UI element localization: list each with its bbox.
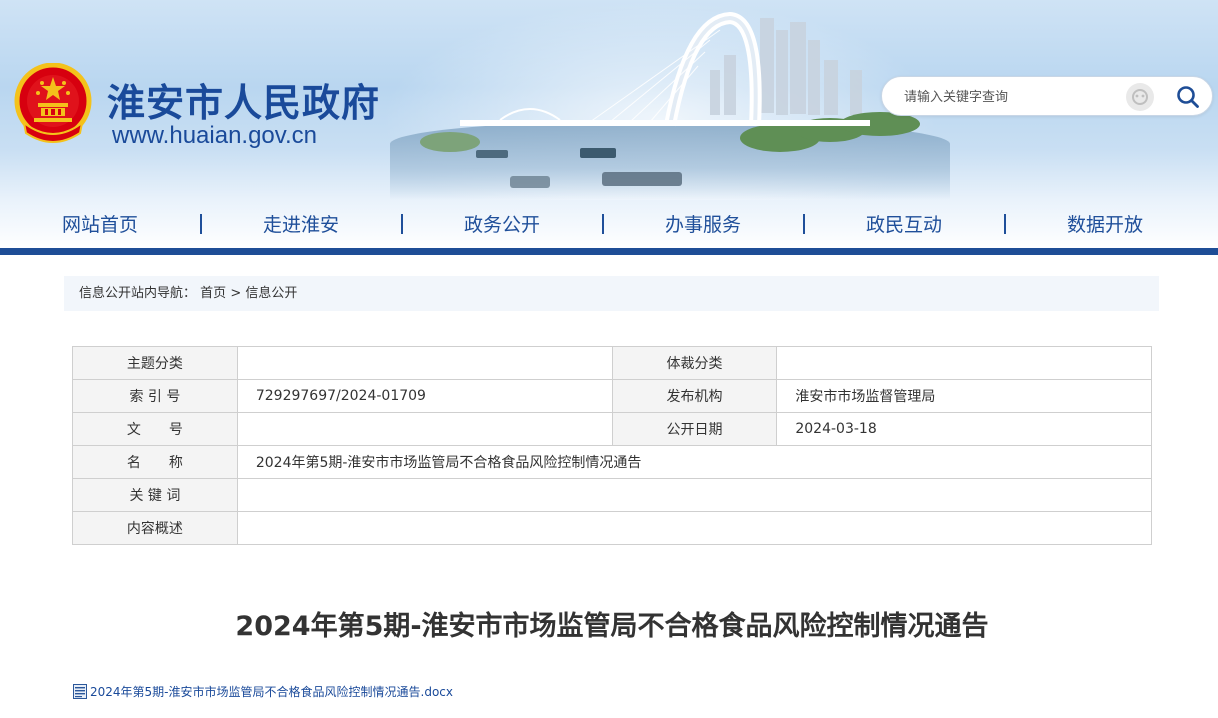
breadcrumb-separator: > — [230, 286, 242, 301]
search-icon — [1177, 86, 1199, 108]
table-row: 主题分类 体裁分类 — [72, 346, 1152, 380]
summary-value — [236, 511, 1153, 545]
table-row: 名 称 2024年第5期-淮安市市场监管局不合格食品风险控制情况通告 — [72, 445, 1153, 479]
accessibility-icon — [1132, 89, 1148, 105]
nav-item-open-data[interactable]: 数据开放 — [1067, 210, 1143, 238]
keywords-label: 关 键 词 — [72, 478, 238, 512]
nav-item-home[interactable]: 网站首页 — [62, 210, 138, 238]
topic-label: 主题分类 — [72, 346, 238, 380]
nav-item-interaction[interactable]: 政民互动 — [866, 210, 942, 238]
doc-info-table: 主题分类 体裁分类 索 引 号 729297697/2024-01709 发布机… — [72, 346, 1153, 545]
document-title: 2024年第5期-淮安市市场监管局不合格食品风险控制情况通告 — [235, 611, 989, 642]
nav-separator — [602, 214, 604, 234]
breadcrumb-current-link[interactable]: 信息公开 — [245, 286, 297, 301]
site-title: 淮安市人民政府 — [107, 81, 381, 125]
genre-value — [776, 346, 1152, 380]
docno-label: 文 号 — [72, 412, 238, 446]
table-row: 文 号 公开日期 2024-03-18 — [72, 412, 1152, 446]
breadcrumb-home-link[interactable]: 首页 — [200, 286, 226, 301]
search-input[interactable] — [904, 86, 1114, 108]
table-row: 关 键 词 — [72, 478, 1153, 512]
nav-separator — [401, 214, 403, 234]
topic-value — [236, 346, 613, 380]
search-box — [881, 76, 1213, 116]
banner-bridge-scene — [420, 11, 920, 188]
attachment-link[interactable]: 2024年第5期-淮安市市场监管局不合格食品风险控制情况通告.docx — [73, 682, 453, 700]
nav-item-about-huaian[interactable]: 走进淮安 — [263, 210, 339, 238]
name-label: 名 称 — [72, 445, 238, 479]
index-label: 索 引 号 — [72, 379, 238, 413]
publisher-value: 淮安市市场监督管理局 — [776, 379, 1152, 413]
nav-item-services[interactable]: 办事服务 — [665, 210, 741, 238]
table-row: 索 引 号 729297697/2024-01709 发布机构 淮安市市场监督管… — [72, 379, 1152, 413]
voice-read-button[interactable] — [1126, 83, 1154, 111]
keywords-value — [236, 478, 1153, 512]
main-nav: 网站首页 走进淮安 政务公开 办事服务 政民互动 数据开放 — [0, 204, 1218, 244]
search-button[interactable] — [1174, 83, 1202, 111]
genre-label: 体裁分类 — [611, 346, 778, 380]
nav-item-gov-affairs[interactable]: 政务公开 — [464, 210, 540, 238]
name-value: 2024年第5期-淮安市市场监管局不合格食品风险控制情况通告 — [236, 445, 1153, 479]
date-value: 2024-03-18 — [776, 412, 1152, 446]
nav-separator — [803, 214, 805, 234]
breadcrumb-prefix: 信息公开站内导航： — [79, 286, 197, 301]
publisher-label: 发布机构 — [611, 379, 778, 413]
summary-label: 内容概述 — [72, 511, 238, 545]
nav-underline-bar — [0, 248, 1218, 255]
index-value: 729297697/2024-01709 — [236, 379, 613, 413]
breadcrumb: 信息公开站内导航： 首页 > 信息公开 — [64, 276, 1159, 311]
header-banner: 淮安市人民政府 www.huaian.gov.cn 网站首页 走进淮安 政务公开… — [0, 0, 1218, 250]
national-emblem-icon — [14, 63, 92, 143]
nav-separator — [200, 214, 202, 234]
site-url: www.huaian.gov.cn — [112, 122, 318, 149]
date-label: 公开日期 — [611, 412, 778, 446]
word-document-icon — [73, 683, 87, 699]
nav-separator — [1004, 214, 1006, 234]
table-row: 内容概述 — [72, 511, 1153, 545]
docno-value — [236, 412, 613, 446]
attachment-filename[interactable]: 2024年第5期-淮安市市场监管局不合格食品风险控制情况通告.docx — [90, 683, 453, 700]
